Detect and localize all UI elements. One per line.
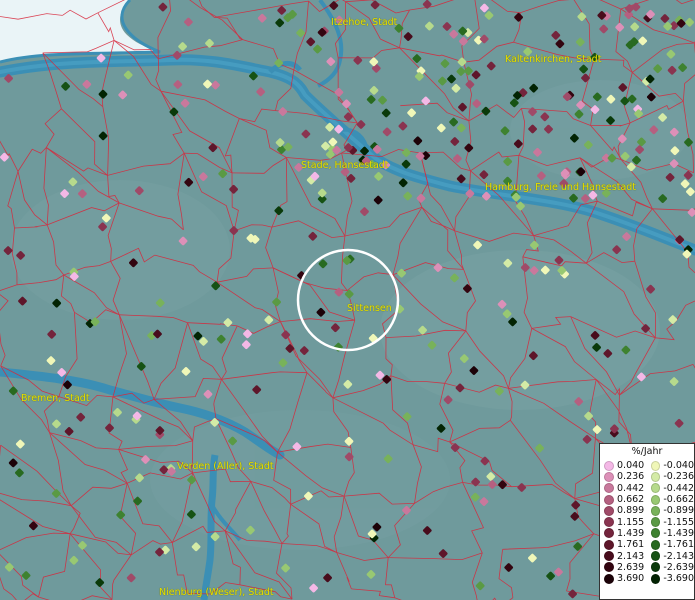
place-label-hamburg: Hamburg, Freie und Hansestadt [485,182,637,193]
legend-label: 2.639 [617,561,645,573]
legend-entry-negative: -1.761 [647,539,694,550]
legend-swatch [651,460,661,471]
place-label-nienburg: Nienburg (Weser), Stadt [159,587,274,598]
legend-entry-negative: -0.040 [647,460,694,471]
legend-swatch [604,551,614,562]
legend-swatch [604,505,614,516]
legend-entry-negative: -2.639 [647,562,694,573]
legend-label: 0.442 [617,482,645,494]
legend-swatch [604,573,614,584]
legend-swatch [604,528,614,539]
legend-label: -3.690 [663,573,694,585]
legend-row: 0.040 -0.040 [600,460,694,471]
place-label-sittensen: Sittensen [347,303,392,314]
legend-swatch [651,551,661,562]
legend-swatch [651,494,661,505]
legend-swatch [651,573,661,584]
legend-swatch [651,562,661,573]
legend: %/Jahr 0.040 -0.040 0.236 -0.236 0.442 -0.442… [599,443,695,600]
legend-entry-positive: 3.690 [600,573,647,584]
legend-label: 3.690 [617,573,645,585]
legend-row: 0.662 -0.662 [600,494,694,505]
legend-entry-positive: 1.439 [600,528,647,539]
legend-label: -0.040 [663,460,694,472]
legend-swatch [604,494,614,505]
place-label-bremen: Bremen, Stadt [21,393,90,404]
legend-swatch [604,483,614,494]
legend-entry-positive: 0.899 [600,505,647,516]
legend-label: -1.761 [663,539,694,551]
legend-entry-positive: 0.236 [600,471,647,482]
legend-label: -2.143 [663,550,694,562]
legend-row: 0.899 -0.899 [600,505,694,516]
legend-label: -2.639 [663,561,694,573]
legend-entry-negative: -1.439 [647,528,694,539]
legend-row: 1.439 -1.439 [600,528,694,539]
legend-entry-positive: 0.442 [600,483,647,494]
legend-entry-negative: -0.236 [647,471,694,482]
legend-entry-negative: -0.899 [647,505,694,516]
legend-swatch [651,483,661,494]
legend-label: 1.761 [617,539,645,551]
legend-label: 0.040 [617,460,645,472]
legend-row: 3.690 -3.690 [600,573,694,584]
legend-rows: 0.040 -0.040 0.236 -0.236 0.442 -0.442 0.662 -0… [600,460,694,584]
legend-label: -1.439 [663,527,694,539]
legend-entry-negative: -0.442 [647,483,694,494]
place-label-verden: Verden (Aller), Stadt [177,461,274,472]
map-canvas[interactable] [0,0,695,600]
legend-entry-positive: 0.040 [600,460,647,471]
place-label-stade: Stade, Hansestadt [301,160,389,171]
place-label-itzehoe: Itzehoe, Stadt [331,17,398,28]
legend-entry-negative: -1.155 [647,517,694,528]
legend-row: 0.442 -0.442 [600,483,694,494]
legend-entry-negative: -3.690 [647,573,694,584]
legend-label: 0.236 [617,471,645,483]
legend-swatch [651,528,661,539]
legend-swatch [651,517,661,528]
legend-label: -0.442 [663,482,694,494]
legend-entry-positive: 1.155 [600,517,647,528]
legend-label: 1.155 [617,516,645,528]
legend-swatch [651,539,661,550]
legend-entry-negative: -0.662 [647,494,694,505]
legend-row: 1.761 -1.761 [600,539,694,550]
legend-entry-positive: 2.143 [600,551,647,562]
legend-swatch [604,471,614,482]
legend-row: 1.155 -1.155 [600,516,694,528]
legend-swatch [604,539,614,550]
legend-swatch [604,517,614,528]
legend-entry-positive: 1.761 [600,539,647,550]
legend-row: 2.143 -2.143 [600,550,694,562]
legend-swatch [604,562,614,573]
legend-swatch [651,505,661,516]
legend-label: -0.662 [663,494,694,506]
legend-label: -0.236 [663,471,694,483]
legend-entry-positive: 2.639 [600,562,647,573]
legend-label: -0.899 [663,505,694,517]
legend-label: 0.662 [617,494,645,506]
legend-swatch [604,460,614,471]
legend-swatch [651,471,661,482]
legend-label: -1.155 [663,516,694,528]
legend-entry-positive: 0.662 [600,494,647,505]
legend-row: 2.639 -2.639 [600,562,694,573]
legend-label: 2.143 [617,550,645,562]
map-view[interactable]: Itzehoe, Stadt Kaltenkirchen, Stadt Stad… [0,0,695,600]
legend-label: 1.439 [617,527,645,539]
legend-title: %/Jahr [631,446,663,457]
legend-entry-negative: -2.143 [647,551,694,562]
legend-row: 0.236 -0.236 [600,471,694,482]
place-label-kaltenkirchen: Kaltenkirchen, Stadt [505,54,602,65]
legend-label: 0.899 [617,505,645,517]
